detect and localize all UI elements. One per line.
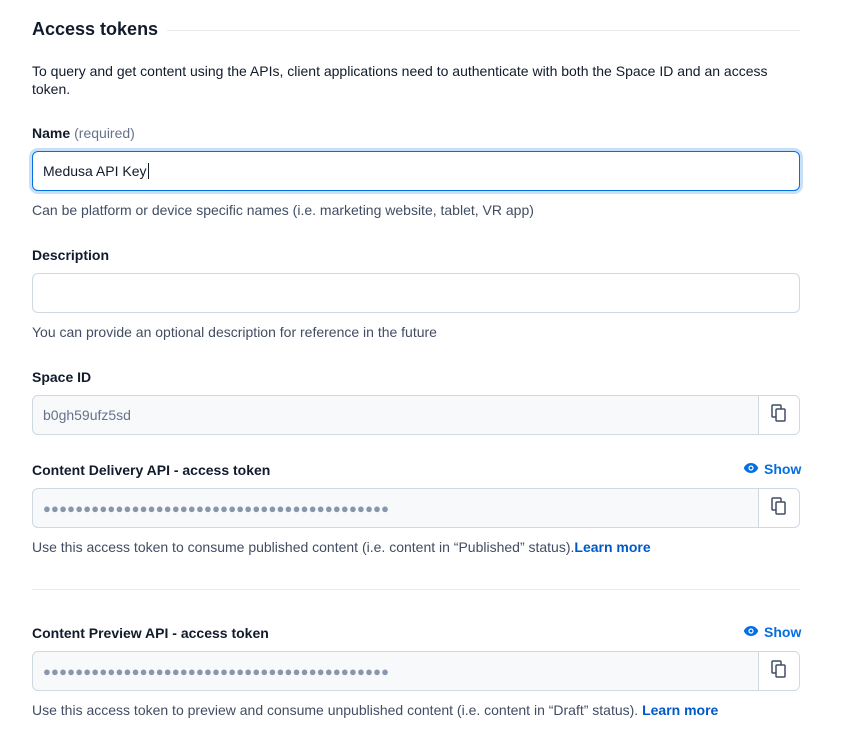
show-delivery-token-button[interactable]: Show [743, 461, 801, 477]
preview-token-value[interactable]: ●●●●●●●●●●●●●●●●●●●●●●●●●●●●●●●●●●●●●●●●… [33, 652, 758, 690]
name-input[interactable]: Medusa API Key [32, 151, 800, 191]
description-label: Description [32, 247, 110, 263]
name-label: Name (required) [32, 124, 135, 142]
delivery-hint-text: Use this access token to consume publish… [32, 539, 575, 555]
copy-preview-token-button[interactable] [758, 652, 799, 690]
show-preview-label: Show [764, 624, 802, 640]
preview-token-hint: Use this access token to preview and con… [32, 701, 718, 719]
section-intro: To query and get content using the APIs,… [32, 63, 768, 97]
copy-delivery-token-button[interactable] [758, 489, 799, 527]
description-hint: You can provide an optional description … [32, 324, 437, 340]
preview-token-label: Content Preview API - access token [32, 625, 269, 641]
description-input[interactable] [32, 273, 800, 313]
space-id-label: Space ID [32, 369, 92, 385]
eye-icon [743, 624, 759, 640]
eye-icon [743, 461, 759, 477]
delivery-learn-more-link[interactable]: Learn more [574, 539, 650, 555]
delivery-token-value[interactable]: ●●●●●●●●●●●●●●●●●●●●●●●●●●●●●●●●●●●●●●●●… [33, 489, 758, 527]
delivery-token-field: ●●●●●●●●●●●●●●●●●●●●●●●●●●●●●●●●●●●●●●●●… [32, 488, 800, 528]
preview-token-field: ●●●●●●●●●●●●●●●●●●●●●●●●●●●●●●●●●●●●●●●●… [32, 651, 800, 691]
title-divider [167, 30, 800, 31]
section-title: Access tokens [32, 19, 159, 39]
copy-icon [771, 659, 787, 683]
access-tokens-panel: Access tokens To query and get content u… [0, 0, 860, 743]
name-input-value: Medusa API Key [43, 163, 147, 179]
name-hint: Can be platform or device specific names… [32, 202, 534, 218]
text-caret [147, 163, 149, 179]
delivery-token-hint: Use this access token to consume publish… [32, 538, 651, 556]
show-delivery-label: Show [764, 461, 802, 477]
space-id-field: b0gh59ufz5sd [32, 395, 800, 435]
required-indicator: (required) [74, 125, 135, 141]
name-label-text: Name [32, 125, 71, 141]
show-preview-token-button[interactable]: Show [743, 624, 801, 640]
delivery-token-label: Content Delivery API - access token [32, 462, 271, 478]
preview-learn-more-link[interactable]: Learn more [642, 702, 718, 718]
copy-space-id-button[interactable] [758, 396, 799, 434]
section-divider [32, 589, 800, 590]
space-id-value[interactable]: b0gh59ufz5sd [33, 396, 758, 434]
preview-hint-text: Use this access token to preview and con… [32, 702, 639, 718]
copy-icon [771, 496, 787, 520]
copy-icon [771, 403, 787, 427]
